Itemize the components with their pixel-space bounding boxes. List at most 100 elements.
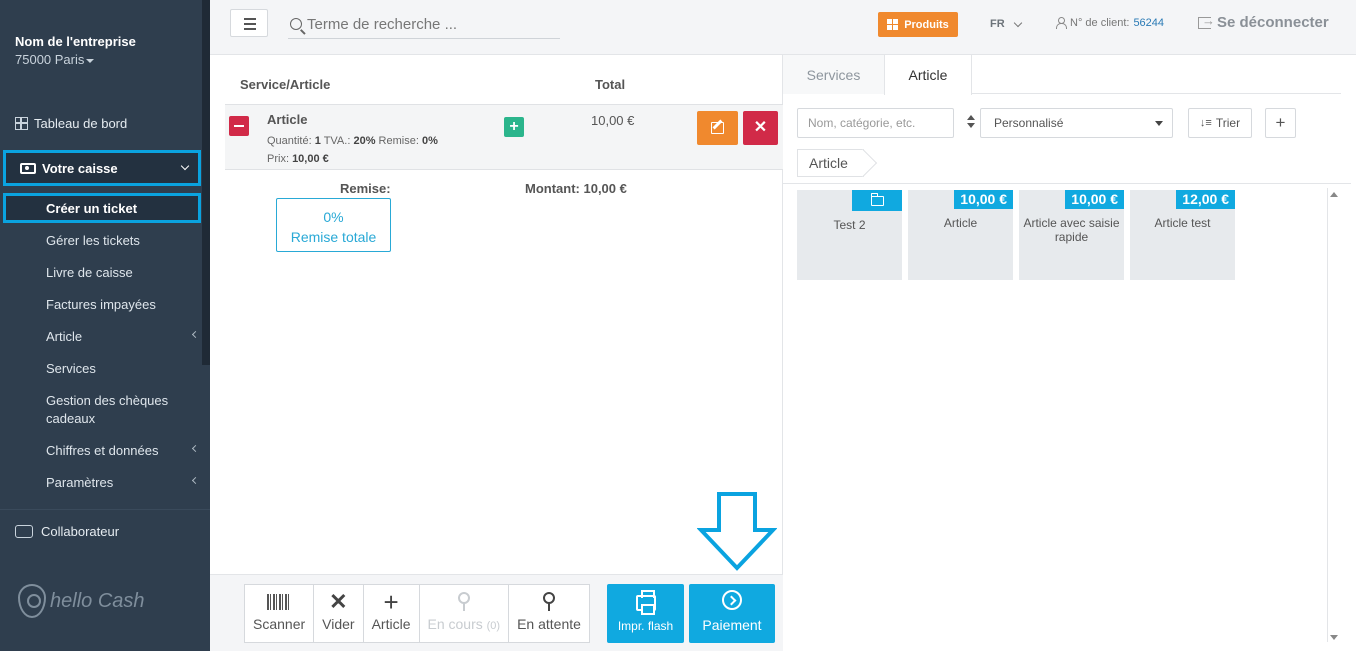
qty-label: Quantité: bbox=[267, 135, 312, 147]
product-tile-folder[interactable]: Test 2 bbox=[797, 190, 902, 280]
logo-text: hello Cash bbox=[50, 589, 145, 612]
item-meta-line-1: Quantité: 1 TVA.: 20% Remise: 0% bbox=[267, 132, 438, 150]
prix-label: Prix: bbox=[267, 153, 289, 165]
product-tile[interactable]: 10,00 € Article bbox=[908, 190, 1013, 280]
sort-select[interactable]: Personnalisé bbox=[980, 108, 1173, 138]
sidebar-item-services[interactable]: Services bbox=[46, 360, 196, 378]
sidebar-item-factures[interactable]: Factures impayées bbox=[46, 296, 196, 314]
action-group: Scanner ✕ Vider + Article En cours (0) E… bbox=[244, 584, 590, 643]
increase-quantity-button[interactable]: + bbox=[504, 117, 524, 137]
sidebar-item-dashboard[interactable]: Tableau de bord bbox=[15, 116, 127, 131]
client-label: N° de client: bbox=[1070, 17, 1130, 29]
sidebar-item-caisse[interactable]: Votre caisse bbox=[3, 150, 201, 186]
scanner-button[interactable]: Scanner bbox=[245, 585, 315, 642]
sidebar-scrollbar[interactable] bbox=[202, 0, 210, 365]
vider-label: Vider bbox=[322, 616, 355, 632]
hamburger-line bbox=[244, 23, 256, 25]
sort-icon bbox=[967, 115, 975, 129]
logout-icon bbox=[1198, 13, 1215, 29]
client-number: N° de client: 56244 bbox=[1056, 17, 1164, 29]
produits-label: Produits bbox=[904, 18, 949, 31]
language-label: FR bbox=[990, 18, 1005, 30]
remise-value: 0% bbox=[421, 135, 438, 147]
sidebar-item-label: Votre caisse bbox=[42, 160, 118, 176]
folder-badge bbox=[852, 190, 902, 211]
sidebar-item-parametres[interactable]: Paramètres bbox=[46, 474, 196, 492]
trier-label: Trier bbox=[1215, 116, 1241, 130]
tile-price: 10,00 € bbox=[1065, 190, 1124, 209]
paiement-button[interactable]: Paiement bbox=[689, 584, 775, 643]
montant-total: Montant: 10,00 € bbox=[525, 181, 627, 196]
menu-toggle-button[interactable] bbox=[230, 9, 268, 37]
sidebar-item-collaborateur[interactable]: Collaborateur bbox=[15, 524, 119, 539]
remise-pct: 0% bbox=[323, 209, 344, 225]
sidebar-item-label: Collaborateur bbox=[41, 524, 120, 539]
impr-flash-button[interactable]: Impr. flash bbox=[607, 584, 684, 643]
qty-value: 1 bbox=[314, 135, 321, 147]
remise-text: Remise totale bbox=[290, 229, 377, 245]
company-city: 75000 Paris bbox=[15, 52, 136, 67]
sidebar-item-cheques-cadeaux[interactable]: Gestion des chèques cadeaux bbox=[46, 392, 196, 428]
article-label: Article bbox=[371, 616, 411, 632]
add-category-button[interactable]: + bbox=[1265, 108, 1296, 138]
tva-value: 20% bbox=[353, 135, 376, 147]
folder-icon bbox=[870, 193, 884, 206]
breadcrumb[interactable]: Article bbox=[797, 149, 864, 177]
language-select[interactable]: FR bbox=[990, 18, 1022, 30]
vider-button[interactable]: ✕ Vider bbox=[314, 585, 364, 642]
chevron-down-icon bbox=[180, 161, 190, 171]
scroll-down-icon[interactable] bbox=[1330, 635, 1338, 640]
add-article-button[interactable]: + Article bbox=[364, 585, 420, 642]
catalog-search-input[interactable] bbox=[797, 108, 954, 138]
sidebar-item-creer-ticket[interactable]: Créer un ticket bbox=[3, 193, 201, 223]
barcode-icon bbox=[267, 594, 292, 610]
company-info[interactable]: Nom de l'entreprise 75000 Paris bbox=[15, 34, 136, 67]
sidebar-item-article[interactable]: Article bbox=[46, 328, 196, 346]
topbar: Produits FR N° de client: 56244 Se décon… bbox=[210, 0, 1356, 55]
flash-label: Impr. flash bbox=[617, 619, 674, 633]
logo-pin-icon bbox=[18, 584, 46, 618]
decrease-quantity-button[interactable] bbox=[229, 116, 249, 136]
remise-totale-button[interactable]: 0% Remise totale bbox=[276, 198, 391, 252]
sidebar-item-label: Tableau de bord bbox=[34, 116, 128, 131]
catalog-panel: Services Article Personnalisé ↓≡ Trier +… bbox=[783, 55, 1356, 651]
tab-article[interactable]: Article bbox=[884, 55, 972, 95]
product-tile[interactable]: 12,00 € Article test bbox=[1130, 190, 1235, 280]
trier-button[interactable]: ↓≡ Trier bbox=[1188, 108, 1252, 138]
sort-order-icon: ↓≡ bbox=[1199, 117, 1212, 129]
sidebar-item-label: Créer un ticket bbox=[46, 200, 138, 216]
en-attente-label: En attente bbox=[517, 616, 581, 632]
scanner-label: Scanner bbox=[253, 616, 306, 632]
edit-item-button[interactable] bbox=[697, 111, 738, 145]
sidebar-item-gerer-tickets[interactable]: Gérer les tickets bbox=[46, 232, 196, 250]
item-meta: Quantité: 1 TVA.: 20% Remise: 0% Prix: 1… bbox=[267, 132, 438, 168]
product-tile[interactable]: 10,00 € Article avec saisie rapide bbox=[1019, 190, 1124, 280]
chevron-circle-right-icon bbox=[722, 590, 742, 610]
company-name: Nom de l'entreprise bbox=[15, 34, 136, 49]
sidebar-item-livre-caisse[interactable]: Livre de caisse bbox=[46, 264, 196, 282]
search-input[interactable] bbox=[307, 15, 557, 33]
sidebar-item-chiffres[interactable]: Chiffres et données bbox=[46, 442, 196, 460]
tile-label: Test 2 bbox=[833, 218, 866, 232]
scroll-up-icon[interactable] bbox=[1330, 192, 1338, 197]
dashboard-icon bbox=[15, 117, 28, 130]
catalog-tabs: Services Article bbox=[783, 55, 1341, 95]
remise-label: Remise: bbox=[378, 135, 419, 147]
collaborateur-icon bbox=[15, 525, 33, 538]
delete-item-button[interactable]: ✕ bbox=[743, 111, 778, 145]
tab-services[interactable]: Services bbox=[783, 55, 884, 94]
logout-button[interactable]: Se déconnecter bbox=[1198, 13, 1329, 31]
en-attente-button[interactable]: En attente bbox=[509, 585, 589, 642]
produits-button[interactable]: Produits bbox=[878, 12, 958, 37]
cash-icon bbox=[20, 162, 36, 174]
logout-label: Se déconnecter bbox=[1217, 14, 1329, 31]
en-cours-button[interactable]: En cours (0) bbox=[420, 585, 510, 642]
client-number-link[interactable]: 56244 bbox=[1133, 17, 1164, 29]
hamburger-line bbox=[244, 18, 256, 20]
caret-down-icon bbox=[86, 58, 95, 63]
tile-label: Article test bbox=[1154, 216, 1211, 230]
search-bar bbox=[288, 10, 560, 39]
products-scrollbar[interactable] bbox=[1327, 188, 1341, 642]
tile-price: 12,00 € bbox=[1176, 190, 1235, 209]
tile-price: 10,00 € bbox=[954, 190, 1013, 209]
